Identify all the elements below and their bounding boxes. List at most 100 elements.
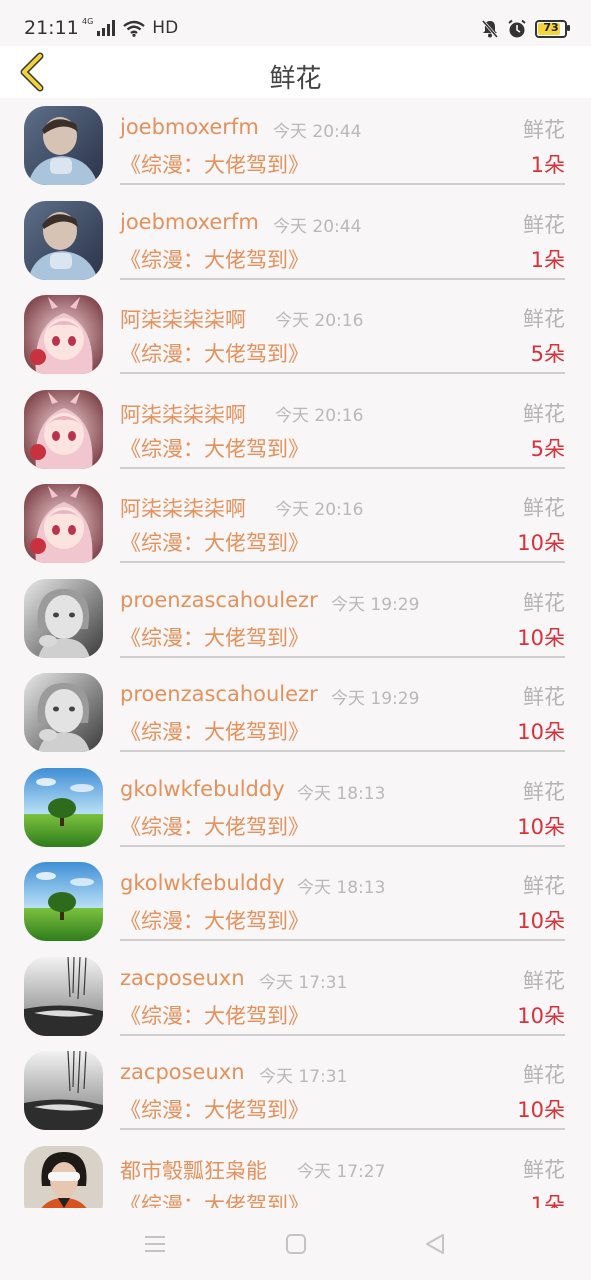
status-right: 73: [481, 17, 570, 41]
book-title[interactable]: 《综漫：大佬驾到》: [120, 716, 309, 746]
flower-count: 10朵: [517, 1098, 565, 1122]
avatar[interactable]: [24, 767, 103, 847]
book-title[interactable]: 《综漫：大佬驾到》: [120, 244, 309, 274]
book-title[interactable]: 《综漫：大佬驾到》: [120, 149, 309, 179]
list-item[interactable]: zacposeuxn 今天 17:31 鲜花 《综漫：大佬驾到》 10朵: [0, 1043, 591, 1138]
time: 今天 17:27: [297, 1161, 386, 1182]
time: 今天 20:16: [275, 405, 364, 426]
time: 今天 20:44: [273, 216, 362, 237]
gift-type: 鲜花: [523, 496, 565, 520]
divider: [120, 1128, 565, 1130]
list-item[interactable]: joebmoxerfm 今天 20:44 鲜花 《综漫：大佬驾到》 1朵: [0, 193, 591, 288]
username[interactable]: joebmoxerfm: [120, 115, 259, 139]
avatar[interactable]: [24, 106, 103, 185]
avatar[interactable]: [24, 673, 103, 752]
avatar[interactable]: [24, 578, 103, 658]
book-title[interactable]: 《综漫：大佬驾到》: [120, 1000, 309, 1030]
list-item[interactable]: joebmoxerfm 今天 20:44 鲜花 《综漫：大佬驾到》 1朵: [0, 98, 591, 193]
username[interactable]: joebmoxerfm: [120, 210, 259, 234]
list-item[interactable]: proenzascahoulezr 今天 19:29 鲜花 《综漫：大佬驾到》 …: [0, 571, 591, 666]
status-time: 21:11: [24, 17, 79, 39]
list-item[interactable]: 阿柒柒柒柒啊 今天 20:16 鲜花 《综漫：大佬驾到》 5朵: [0, 382, 591, 477]
status-bar: 21:11 4G HD 73: [0, 0, 591, 46]
list-item[interactable]: gkolwkfebulddy 今天 18:13 鲜花 《综漫：大佬驾到》 10朵: [0, 760, 591, 855]
avatar[interactable]: [24, 295, 103, 374]
list-item[interactable]: 阿柒柒柒柒啊 今天 20:16 鲜花 《综漫：大佬驾到》 5朵: [0, 287, 591, 382]
username[interactable]: gkolwkfebulddy: [120, 871, 285, 895]
gift-type: 鲜花: [523, 874, 565, 898]
time: 今天 19:29: [331, 594, 420, 615]
flower-count: 5朵: [530, 342, 565, 366]
battery-icon: 73: [535, 20, 570, 38]
avatar[interactable]: [24, 484, 103, 563]
gift-type: 鲜花: [523, 212, 565, 237]
divider: [120, 183, 565, 185]
time: 今天 17:31: [259, 972, 348, 993]
divider: [120, 1033, 565, 1036]
username[interactable]: zacposeuxn: [120, 1060, 245, 1084]
book-title[interactable]: 《综漫：大佬驾到》: [120, 622, 309, 652]
flower-count: 10朵: [517, 814, 565, 839]
username[interactable]: zacposeuxn: [120, 966, 245, 990]
divider: [120, 655, 565, 658]
avatar[interactable]: [24, 1145, 103, 1208]
book-title[interactable]: 《综漫：大佬驾到》: [120, 905, 309, 935]
title-bar: 鲜花: [0, 46, 591, 98]
flower-count: 10朵: [517, 531, 565, 555]
username[interactable]: proenzascahoulezr: [120, 588, 318, 612]
divider: [120, 561, 565, 563]
book-title[interactable]: 《综漫：大佬驾到》: [120, 338, 309, 368]
avatar[interactable]: [24, 389, 103, 469]
flower-count: 10朵: [517, 625, 565, 650]
username[interactable]: 阿柒柒柒柒啊: [120, 399, 246, 429]
flower-count: 5朵: [530, 436, 565, 461]
avatar[interactable]: [24, 1051, 103, 1130]
time: 今天 17:31: [259, 1067, 348, 1087]
divider: [120, 277, 565, 280]
back-triangle-icon: [426, 1234, 444, 1254]
book-title[interactable]: 《综漫：大佬驾到》: [120, 1189, 309, 1209]
list-item[interactable]: zacposeuxn 今天 17:31 鲜花 《综漫：大佬驾到》 10朵: [0, 949, 591, 1044]
avatar[interactable]: [24, 956, 103, 1036]
list-item[interactable]: gkolwkfebulddy 今天 18:13 鲜花 《综漫：大佬驾到》 10朵: [0, 854, 591, 949]
mute-bell-icon: [481, 20, 499, 38]
book-title[interactable]: 《综漫：大佬驾到》: [120, 811, 309, 841]
flower-record-list[interactable]: joebmoxerfm 今天 20:44 鲜花 《综漫：大佬驾到》 1朵 joe…: [0, 98, 591, 1208]
hd-label: HD: [152, 18, 179, 38]
home-button[interactable]: [283, 1232, 309, 1256]
gift-type: 鲜花: [523, 590, 565, 615]
signal-icon: [97, 20, 116, 36]
divider: [120, 939, 565, 941]
menu-icon: [145, 1236, 165, 1252]
book-title[interactable]: 《综漫：大佬驾到》: [120, 433, 309, 463]
network-type-label: 4G: [82, 17, 94, 26]
username[interactable]: proenzascahoulezr: [120, 682, 318, 706]
time: 今天 18:13: [297, 878, 386, 898]
book-title[interactable]: 《综漫：大佬驾到》: [120, 1094, 309, 1124]
time: 今天 19:29: [331, 689, 420, 709]
divider: [120, 844, 565, 847]
home-square-icon: [286, 1234, 306, 1254]
username[interactable]: 阿柒柒柒柒啊: [120, 493, 246, 523]
back-nav-button[interactable]: [422, 1232, 448, 1256]
list-item[interactable]: 都市彀瓢狂枭能 今天 17:27 鲜花 《综漫：大佬驾到》 1朵: [0, 1138, 591, 1209]
flower-count: 10朵: [517, 720, 565, 744]
username[interactable]: 阿柒柒柒柒啊: [120, 304, 246, 334]
menu-button[interactable]: [142, 1232, 168, 1256]
username[interactable]: gkolwkfebulddy: [120, 777, 285, 801]
avatar[interactable]: [24, 200, 103, 280]
username[interactable]: 都市彀瓢狂枭能: [120, 1155, 267, 1185]
avatar[interactable]: [24, 862, 103, 941]
list-item[interactable]: 阿柒柒柒柒啊 今天 20:16 鲜花 《综漫：大佬驾到》 10朵: [0, 476, 591, 571]
gift-type: 鲜花: [523, 685, 565, 709]
time: 今天 20:44: [273, 122, 362, 142]
time: 今天 20:16: [275, 311, 364, 331]
battery-level: 73: [543, 21, 559, 34]
gift-type: 鲜花: [523, 968, 565, 993]
book-title[interactable]: 《综漫：大佬驾到》: [120, 527, 309, 557]
divider: [120, 750, 565, 752]
gift-type: 鲜花: [523, 118, 565, 142]
flower-count: 1朵: [530, 247, 565, 272]
list-item[interactable]: proenzascahoulezr 今天 19:29 鲜花 《综漫：大佬驾到》 …: [0, 665, 591, 760]
flower-count: 1朵: [530, 1192, 565, 1209]
